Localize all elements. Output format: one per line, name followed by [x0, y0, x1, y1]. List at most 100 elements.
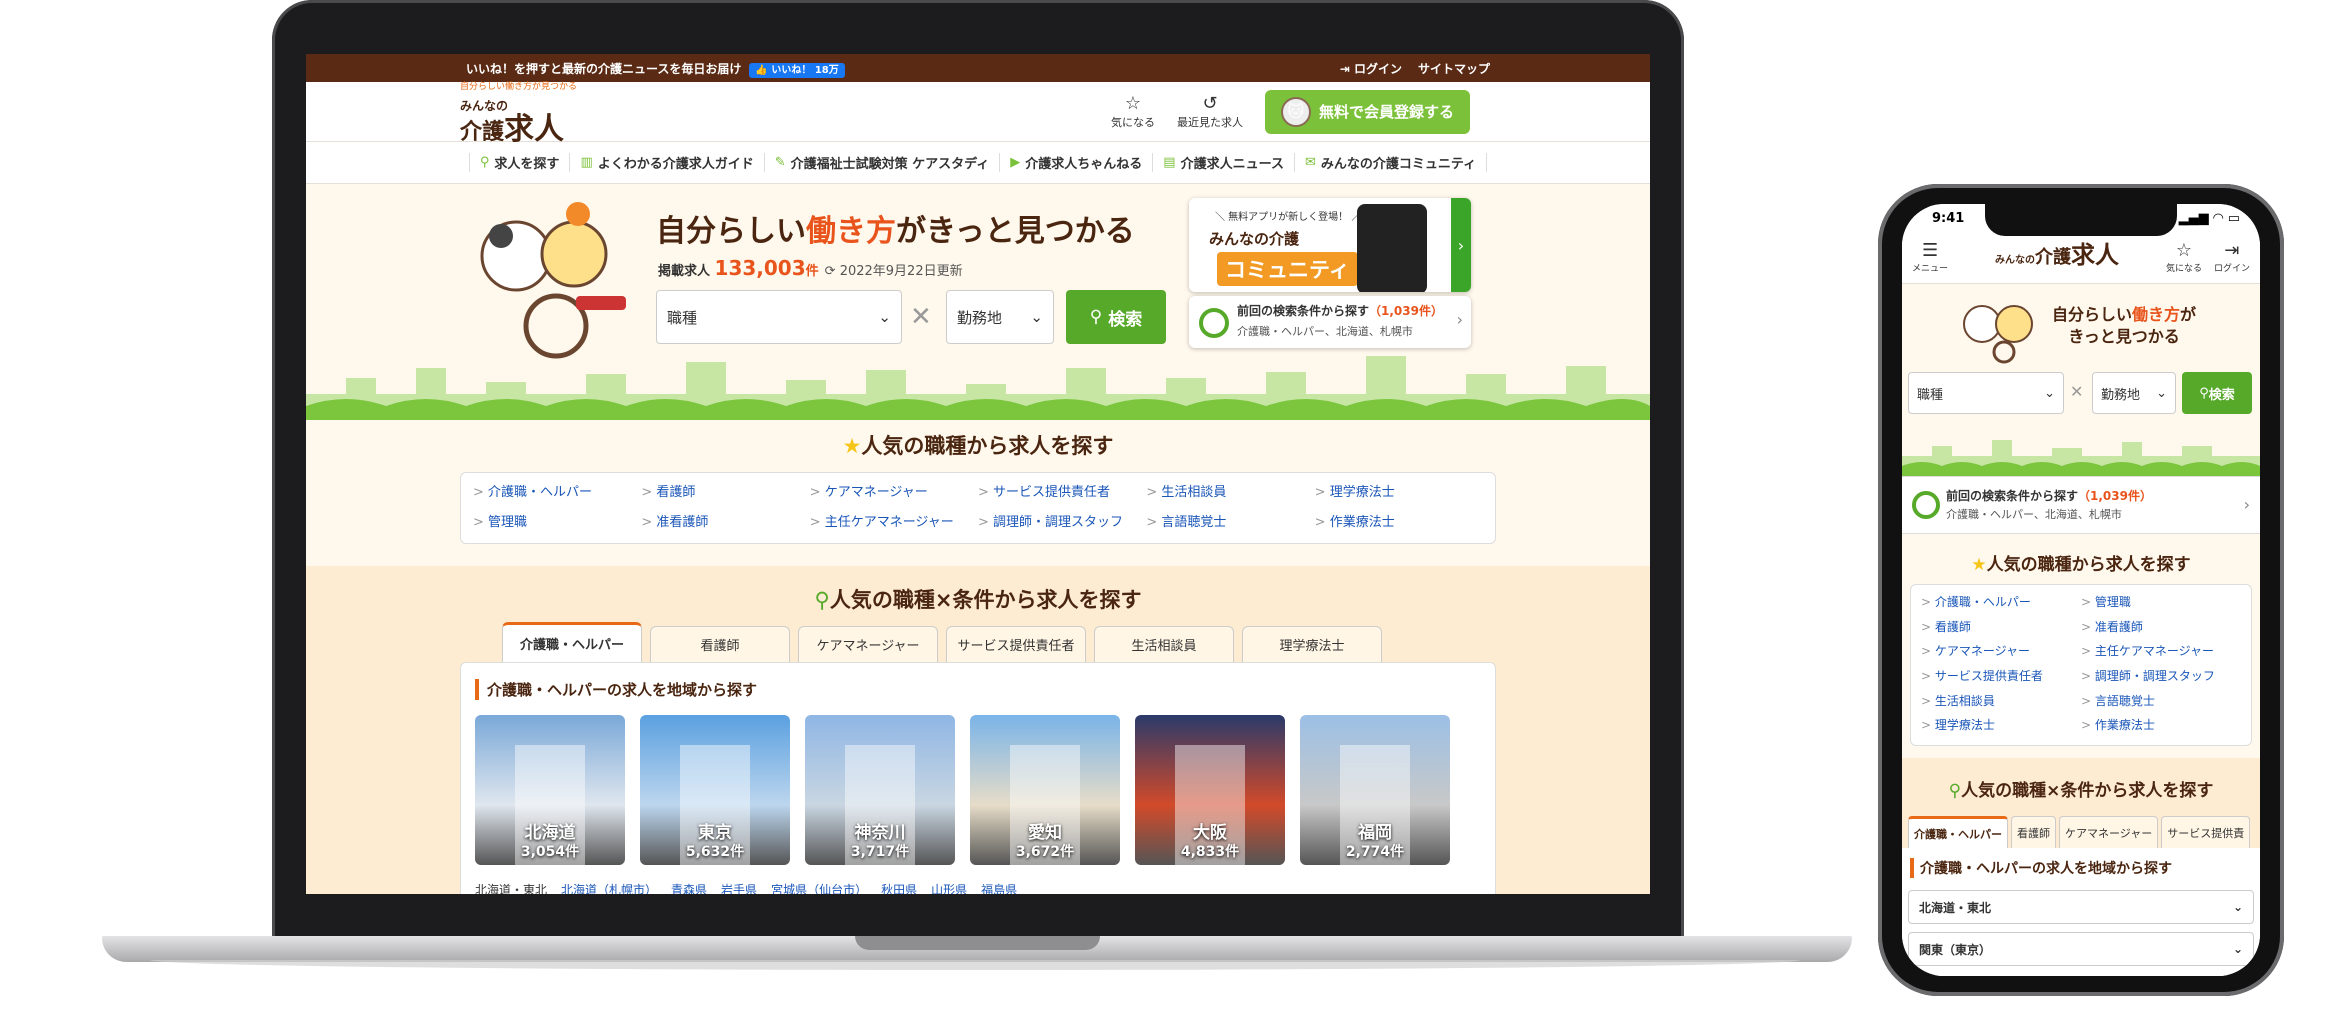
job-tab[interactable]: サービス提供責任者 — [946, 626, 1086, 662]
job-link[interactable]: ケアマネージャー — [810, 481, 978, 505]
count-value: 133,003 — [714, 256, 806, 280]
recent-search-card[interactable]: 前回の検索条件から探す（1,039件） 介護職・ヘルパー、北海道、札幌市 › — [1189, 296, 1471, 348]
job-tab[interactable]: 理学療法士 — [1242, 626, 1382, 662]
mobile-area-panel: 介護職・ヘルパーの求人を地域から探す 北海道・東北 ⌄ 関東（東京） ⌄ — [1902, 848, 2260, 976]
region-link[interactable]: 秋田県 — [881, 881, 917, 894]
search-button[interactable]: ⚲ 検索 — [1066, 290, 1166, 344]
job-link[interactable]: 調理師・調理スタッフ — [978, 511, 1146, 535]
recent-title-text: 前回の検索条件から探す — [1237, 304, 1370, 318]
job-link[interactable]: 看護師 — [641, 481, 809, 505]
site-logo[interactable]: 自分らしい働き方が見つかる みんなの 介護求人 — [460, 79, 577, 145]
mobile-recent-search[interactable]: 前回の検索条件から探す（1,039件） 介護職・ヘルパー、北海道、札幌市 › — [1902, 476, 2260, 534]
mobile-header: ☰ メニュー みんなの介護求人 ☆ 気になる ⇥ ログイン — [1902, 232, 2260, 284]
area-photo-card[interactable]: 愛知 3,672件 — [970, 715, 1120, 865]
gnav-item[interactable]: ✎ 介護福祉士試験対策 ケアスタディ — [763, 153, 1000, 172]
job-select-value: 職種 — [667, 308, 698, 327]
mobile-job-link[interactable]: 主任ケアマネージャー — [2081, 642, 2241, 663]
mobile-job-link[interactable]: 准看護師 — [2081, 618, 2241, 639]
updated-text: 2022年9月22日更新 — [839, 264, 963, 279]
job-link[interactable]: 理学療法士 — [1315, 481, 1483, 505]
mobile-job-link[interactable]: 理学療法士 — [1921, 716, 2081, 737]
job-link[interactable]: 生活相談員 — [1146, 481, 1314, 505]
sitemap-link[interactable]: サイトマップ — [1418, 60, 1490, 77]
register-button[interactable]: 🐱 無料で会員登録する — [1264, 89, 1470, 134]
pencil-icon: ✎ — [774, 155, 786, 170]
region-link[interactable]: 岩手県 — [721, 881, 757, 894]
mobile-job-link[interactable]: 作業療法士 — [2081, 716, 2241, 737]
area-photo-card[interactable]: 大阪 4,833件 — [1135, 715, 1285, 865]
job-link[interactable]: 主任ケアマネージャー — [810, 511, 978, 535]
top-bar-message: いいね！を押すと最新の介護ニュースを毎日お届け — [466, 61, 742, 76]
mobile-job-link[interactable]: 生活相談員 — [1921, 692, 2081, 713]
recent-search-conditions: 介護職・ヘルパー、北海道、札幌市 — [1237, 325, 1413, 338]
gnav-item[interactable]: ▤ 介護求人ニュース — [1152, 153, 1294, 172]
updated-date: ⟳ 2022年9月22日更新 — [824, 264, 963, 279]
job-tab[interactable]: 介護職・ヘルパー — [502, 622, 642, 662]
count-label: 掲載求人 — [658, 264, 711, 279]
gnav-item[interactable]: ▥ よくわかる介護求人ガイド — [569, 153, 763, 172]
signal-wifi-battery-icon: ▂▄▆ ◠ ▭ — [2178, 210, 2240, 226]
region-label: 北海道・東北 — [475, 883, 548, 894]
job-link[interactable]: 管理職 — [473, 511, 641, 535]
popular-jobs-list: 介護職・ヘルパー看護師ケアマネージャーサービス提供責任者生活相談員理学療法士管理… — [460, 472, 1496, 544]
mobile-job-link[interactable]: 言語聴覚士 — [2081, 692, 2241, 713]
region-link[interactable]: 山形県 — [931, 881, 967, 894]
job-link[interactable]: 准看護師 — [641, 511, 809, 535]
mobile-favorite-button[interactable]: ☆ 気になる — [2166, 240, 2202, 275]
area-select[interactable]: 勤務地 ⌄ — [946, 290, 1054, 344]
facebook-like-button[interactable]: 👍 いいね！ 18万 — [749, 62, 845, 78]
job-tab[interactable]: 生活相談員 — [1094, 626, 1234, 662]
star-icon: ☆ — [2175, 240, 2193, 261]
region-link[interactable]: 福島県 — [981, 881, 1017, 894]
mobile-job-link[interactable]: 調理師・調理スタッフ — [2081, 667, 2241, 688]
job-type-select[interactable]: 職種 ⌄ — [656, 290, 902, 344]
phone-mockup-image — [1357, 204, 1427, 292]
gnav-item[interactable]: ▶ 介護求人ちゃんねる — [999, 153, 1152, 172]
region-link[interactable]: 宮城県（仙台市） — [771, 881, 867, 894]
mobile-job-select[interactable]: 職種 ⌄ — [1908, 372, 2064, 414]
laptop-shadow — [150, 960, 1800, 970]
menu-button[interactable]: ☰ メニュー — [1912, 240, 1948, 275]
login-icon: ⇥ — [2224, 240, 2240, 261]
mobile-job-link[interactable]: 看護師 — [1921, 618, 2081, 639]
count-unit: 件 — [805, 264, 819, 279]
accordion-hokkaido-tohoku[interactable]: 北海道・東北 ⌄ — [1908, 890, 2254, 924]
area-photo-card[interactable]: 神奈川 3,717件 — [805, 715, 955, 865]
mobile-header-actions: ☆ 気になる ⇥ ログイン — [2166, 240, 2250, 275]
mobile-job-tab[interactable]: サービス提供責 — [2161, 816, 2251, 848]
area-photo-card[interactable]: 東京 5,632件 — [640, 715, 790, 865]
mobile-logo[interactable]: みんなの介護求人 — [1995, 243, 2119, 273]
job-tab[interactable]: 看護師 — [650, 626, 790, 662]
job-link[interactable]: 介護職・ヘルパー — [473, 481, 641, 505]
community-app-banner[interactable]: ＼ 無料アプリが新しく登場！ ／ みんなの介護 コミュニティ › — [1189, 198, 1471, 292]
favorite-button[interactable]: ☆ 気になる — [1111, 93, 1155, 130]
mobile-login-button[interactable]: ⇥ ログイン — [2214, 240, 2250, 275]
mobile-job-link[interactable]: ケアマネージャー — [1921, 642, 2081, 663]
region-link[interactable]: 青森県 — [671, 881, 707, 894]
mobile-area-select[interactable]: 勤務地 ⌄ — [2092, 372, 2176, 414]
mobile-job-tab[interactable]: 介護職・ヘルパー — [1908, 816, 2008, 848]
mobile-job-link[interactable]: 介護職・ヘルパー — [1921, 593, 2081, 614]
accordion-kanto[interactable]: 関東（東京） ⌄ — [1908, 932, 2254, 966]
mascot-illustration — [1963, 305, 2033, 364]
recent-button[interactable]: ↺ 最近見た求人 — [1177, 93, 1243, 130]
region-link[interactable]: 北海道（札幌市） — [561, 881, 657, 894]
job-link[interactable]: サービス提供責任者 — [978, 481, 1146, 505]
gnav-item[interactable]: ⚲ 求人を探す — [468, 153, 570, 172]
mobile-job-link[interactable]: サービス提供責任者 — [1921, 667, 2081, 688]
mobile-search-button[interactable]: ⚲ 検索 — [2182, 372, 2252, 414]
area-photo-card[interactable]: 北海道 3,054件 — [475, 715, 625, 865]
hamburger-icon: ☰ — [1921, 240, 1939, 261]
login-link[interactable]: ⇥ ログイン — [1340, 60, 1402, 77]
gnav-item[interactable]: ✉ みんなの介護コミュニティ — [1293, 153, 1488, 172]
chevron-down-icon: ⌄ — [2232, 942, 2243, 956]
job-link[interactable]: 言語聴覚士 — [1146, 511, 1314, 535]
area-name: 北海道 — [524, 823, 576, 843]
mobile-job-tab[interactable]: 看護師 — [2011, 816, 2056, 848]
job-tab[interactable]: ケアマネージャー — [798, 626, 938, 662]
mobile-job-link[interactable]: 管理職 — [2081, 593, 2241, 614]
mobile-job-tab[interactable]: ケアマネージャー — [2059, 816, 2159, 848]
area-photo-card[interactable]: 福岡 2,774件 — [1300, 715, 1450, 865]
job-link[interactable]: 作業療法士 — [1315, 511, 1483, 535]
search-icon: ⚲ — [1089, 307, 1103, 327]
